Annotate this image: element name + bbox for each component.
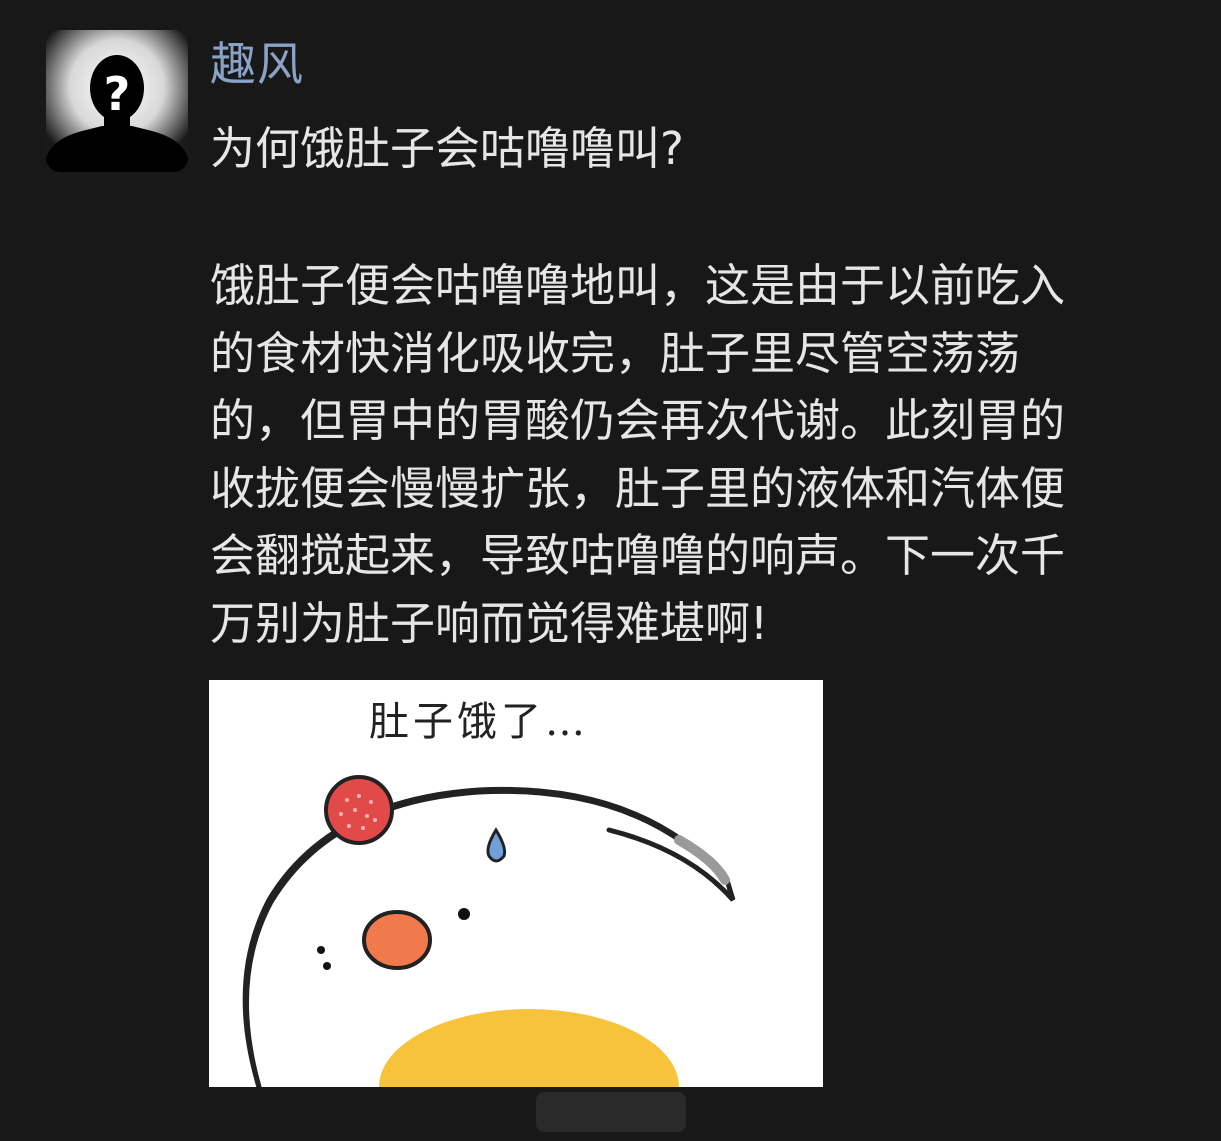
body-line: 的，但胃中的胃酸仍会再次代谢。此刻胃的 bbox=[210, 394, 1066, 448]
body-line: 会翻搅起来，导致咕噜噜的响声。下一次千 bbox=[210, 529, 1066, 583]
watermark bbox=[536, 1092, 686, 1132]
body-line: 的食材快消化吸收完，肚子里尽管空荡荡 bbox=[210, 326, 1021, 380]
body-line: 饿肚子便会咕噜噜地叫，这是由于以前吃入 bbox=[210, 259, 1066, 312]
post-title: 为何饿肚子会咕噜噜叫? bbox=[210, 122, 684, 175]
avatar[interactable]: ? bbox=[46, 30, 188, 172]
anonymous-user-icon: ? bbox=[46, 30, 188, 172]
post-body: 饿肚子便会咕噜噜地叫，这是由于以前吃入 的食材快消化吸收完，肚子里尽管空荡荡 的… bbox=[210, 252, 1190, 658]
meme-image[interactable]: 肚子饿了… bbox=[209, 680, 823, 1087]
body-line: 万别为肚子响而觉得难堪啊! bbox=[210, 596, 769, 650]
author-name[interactable]: 趣风 bbox=[210, 34, 304, 94]
svg-text:?: ? bbox=[104, 67, 131, 121]
body-line: 收拢便会慢慢扩张，肚子里的液体和汽体便 bbox=[210, 461, 1066, 515]
meme-caption: 肚子饿了… bbox=[369, 699, 589, 745]
